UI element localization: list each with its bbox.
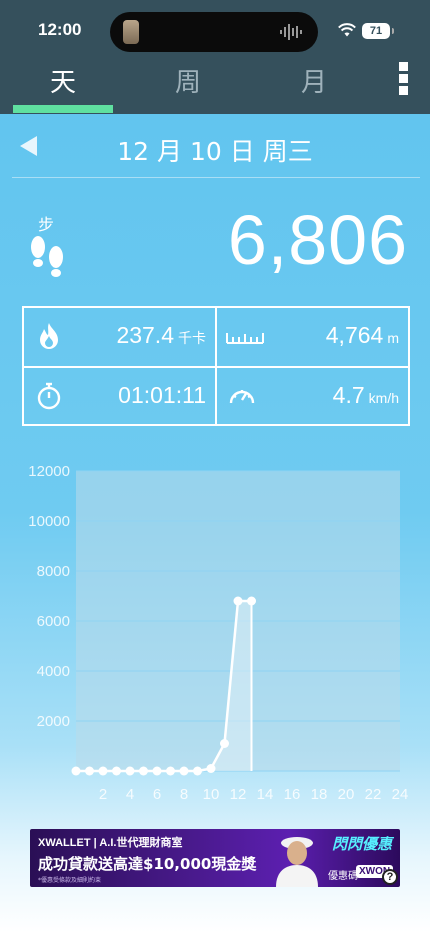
calories-cell: 237.4 千卡: [24, 308, 216, 366]
ad-promo-text: 成功貸款送高達$10,000現金獎: [38, 855, 257, 873]
speed-cell: 4.7 km/h: [217, 368, 409, 426]
hourly-steps-chart: 200040006000800010000120002 4 6 8 10 12 14 16 18…: [28, 463, 409, 803]
tab-week[interactable]: 周: [138, 62, 238, 114]
distance-value: 4,764 m: [326, 322, 399, 349]
flame-icon: [40, 323, 58, 349]
chart-data-point: [193, 766, 202, 776]
chart-x-tick-label: 10: [203, 786, 220, 803]
now-playing-thumbnail: [123, 20, 139, 44]
chart-data-point: [139, 766, 148, 776]
chart-data-point: [247, 596, 256, 606]
chart-x-tick-label: 4: [126, 786, 134, 803]
chart-x-tick-label: 2: [99, 786, 107, 803]
ruler-icon: [226, 333, 264, 344]
distance-unit: m: [387, 330, 399, 346]
chart-x-tick-label: 22: [365, 786, 382, 803]
chart-y-tick-label: 12000: [28, 463, 70, 480]
ad-banner[interactable]: XWALLET | A.I.世代理財商室 成功貸款送高達$10,000現金獎 *…: [30, 829, 400, 887]
chart-x-tick-label: 16: [284, 786, 301, 803]
wifi-icon: [338, 23, 356, 37]
duration-cell: 01:01:11: [24, 368, 216, 426]
status-bar: 12:00 71: [0, 0, 430, 62]
chart-x-tick-label: 24: [392, 786, 409, 803]
divider: [12, 177, 420, 178]
chart-x-tick-label: 8: [180, 786, 188, 803]
tab-month[interactable]: 月: [264, 62, 364, 114]
dynamic-island[interactable]: [110, 12, 318, 52]
speed-number: 4.7: [332, 382, 365, 408]
chart-y-tick-label: 8000: [37, 563, 70, 580]
chart-data-point: [71, 766, 81, 776]
calories-unit: 千卡: [178, 330, 206, 346]
chart-data-point: [179, 766, 189, 776]
current-date: 12 月 10 日 周三: [117, 137, 313, 166]
active-tab-indicator: [13, 105, 113, 113]
speedometer-icon: [229, 390, 255, 404]
chart-data-point: [112, 766, 121, 776]
calories-value: 237.4 千卡: [116, 322, 206, 349]
steps-count: 6,806: [227, 201, 408, 279]
footprints-icon: [31, 236, 63, 277]
speed-unit: km/h: [368, 390, 399, 406]
stats-grid: 237.4 千卡 4,764 m 01:01:11 4.7 km/h: [22, 306, 410, 426]
chart-data-point: [98, 766, 108, 776]
duration-value: 01:01:11: [118, 382, 206, 408]
chart-data-point: [220, 739, 229, 748]
chart-y-tick-label: 6000: [37, 613, 70, 630]
chart-data-point: [85, 766, 94, 776]
chart-x-tick-label: 18: [311, 786, 328, 803]
chart-y-tick-label: 10000: [28, 513, 70, 530]
chart-x-tick-label: 12: [230, 786, 247, 803]
chart-x-tick-label: 20: [338, 786, 355, 803]
chart-x-tick-label: 14: [257, 786, 274, 803]
ad-code-label: 優惠碼: [328, 871, 358, 882]
date-navigator: 12 月 10 日 周三: [0, 120, 430, 176]
chart-y-tick-label: 2000: [37, 713, 70, 730]
ad-brand: XWALLET | A.I.世代理財商室: [38, 837, 183, 849]
ad-badge: 閃閃優惠: [332, 835, 393, 853]
status-time: 12:00: [38, 20, 82, 39]
chart-y-tick-label: 4000: [37, 663, 70, 680]
ad-fine-print: *優惠受條款及細則約束: [38, 877, 102, 884]
chart-x-tick-label: 6: [153, 786, 161, 803]
chart-data-point: [166, 766, 175, 776]
stopwatch-icon: [37, 382, 61, 410]
distance-number: 4,764: [325, 322, 384, 348]
distance-cell: 4,764 m: [217, 308, 409, 366]
chart-data-point: [206, 764, 216, 773]
more-menu-icon[interactable]: [392, 62, 416, 98]
chart-data-point: [152, 766, 162, 776]
chart-data-point: [125, 766, 135, 776]
ad-help-icon[interactable]: ?: [382, 869, 398, 885]
battery-icon: 71: [362, 23, 394, 39]
calories-number: 237.4: [116, 322, 174, 348]
steps-label: 步: [38, 215, 55, 234]
speed-value: 4.7 km/h: [333, 382, 399, 409]
ad-person-image: [276, 837, 318, 887]
chart-data-point: [233, 596, 243, 606]
audio-waveform-icon: [280, 24, 302, 40]
